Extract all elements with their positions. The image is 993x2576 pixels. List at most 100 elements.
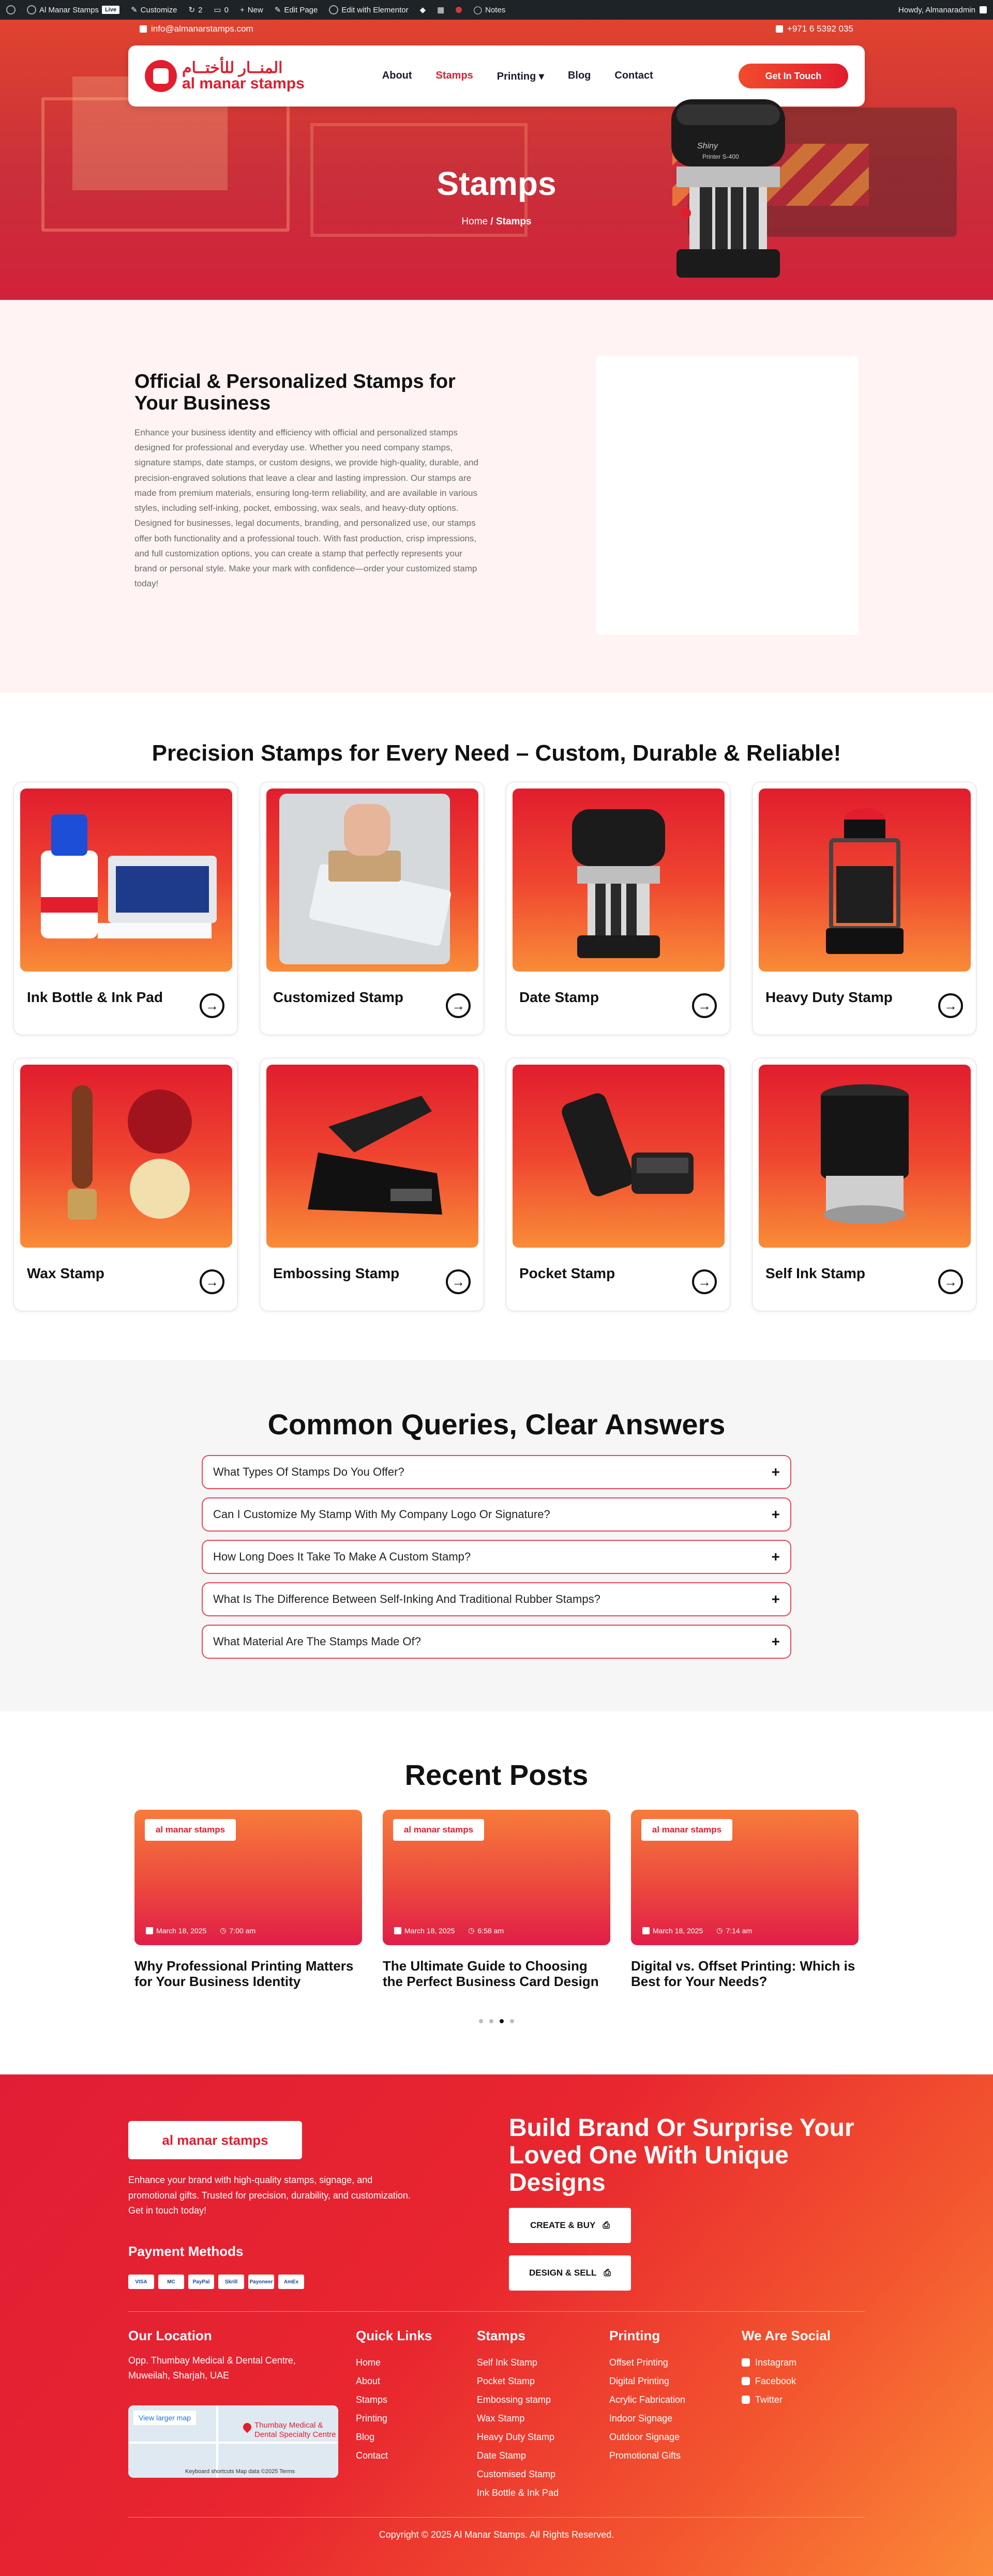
footer-link[interactable]: Heavy Duty Stamp [477,2428,559,2446]
refresh-icon: ↻ [188,6,195,14]
arrow-right-icon[interactable]: → [200,993,224,1018]
view-larger-map-link[interactable]: View larger map [133,2411,196,2425]
footer-link[interactable]: Ink Bottle & Ink Pad [477,2483,559,2502]
instagram-link[interactable]: Instagram [742,2353,831,2372]
nav-contact[interactable]: Contact [614,70,653,83]
arrow-right-icon[interactable]: → [938,1269,963,1294]
post-card[interactable]: al manar stamps March 18, 2025 ◷ 7:14 am D… [631,1810,859,1990]
nav-blog[interactable]: Blog [568,70,591,83]
design-sell-button[interactable]: DESIGN & SELL ⎙ [509,2255,631,2291]
footer-link[interactable]: Contact [356,2446,432,2465]
arrow-right-icon[interactable]: → [692,993,717,1018]
footer-link[interactable]: Offset Printing [609,2353,685,2372]
admin-diamond[interactable]: ◆ [420,5,426,14]
posts-heading: Recent Posts [404,1759,589,1791]
admin-updates[interactable]: ↻ 2 [188,5,203,15]
breadcrumb-home[interactable]: Home [461,216,488,227]
post-card[interactable]: al manar stamps March 18, 2025 ◷ 7:00 am W… [134,1810,362,1990]
footer-link[interactable]: Blog [356,2428,432,2446]
twitter-link[interactable]: Twitter [742,2390,831,2409]
footer-map[interactable]: View larger map Thumbay Medical & Dental… [128,2405,338,2478]
post-card[interactable]: al manar stamps March 18, 2025 ◷ 6:58 am T… [383,1810,610,1990]
plus-icon: + [771,1549,780,1565]
product-card[interactable]: Date Stamp → [506,782,730,1035]
product-card[interactable]: Customized Stamp → [260,782,484,1035]
faq-item[interactable]: What Types Of Stamps Do You Offer? + [202,1455,791,1489]
footer-link[interactable]: Wax Stamp [477,2409,559,2428]
post-title[interactable]: The Ultimate Guide to Choosing the Perfe… [383,1958,610,1990]
product-card[interactable]: Self Ink Stamp → [752,1058,976,1311]
product-card[interactable]: Pocket Stamp → [506,1058,730,1311]
printer-icon: ⎙ [603,2220,610,2230]
nav-printing[interactable]: Printing ▾ [497,70,544,83]
footer-logo[interactable]: al manar stamps [128,2121,302,2159]
get-in-touch-button[interactable]: Get In Touch [739,64,848,88]
footer-link[interactable]: Stamps [356,2390,432,2409]
nav-stamps[interactable]: Stamps [436,70,473,83]
calendar-icon [146,1927,153,1934]
admin-edit-elementor[interactable]: Edit with Elementor [329,5,409,14]
product-image [20,789,232,972]
product-card[interactable]: Ink Bottle & Ink Pad → [13,782,238,1035]
heavy-duty-stamp-image [826,808,904,954]
footer-link[interactable]: Customised Stamp [477,2465,559,2483]
footer-link[interactable]: Promotional Gifts [609,2446,685,2465]
phone-link[interactable]: +971 6 5392 035 [775,24,853,34]
product-image [759,789,971,972]
carousel-dot[interactable] [489,2019,493,2023]
footer-link[interactable]: Indoor Signage [609,2409,685,2428]
product-title: Date Stamp [519,989,599,1005]
admin-edit-page[interactable]: ✎ Edit Page [275,5,318,15]
faq-item[interactable]: What Material Are The Stamps Made Of? + [202,1625,791,1659]
footer-link[interactable]: Printing [356,2409,432,2428]
admin-new[interactable]: + New [240,6,263,14]
facebook-link[interactable]: Facebook [742,2372,831,2390]
admin-status[interactable] [456,7,462,13]
footer-link[interactable]: Outdoor Signage [609,2428,685,2446]
footer-link[interactable]: Home [356,2353,432,2372]
product-card[interactable]: Embossing Stamp → [260,1058,484,1311]
arrow-right-icon[interactable]: → [446,1269,471,1294]
site-logo[interactable]: المنــار للأختــام al manar stamps [145,60,305,92]
product-title: Self Ink Stamp [765,1265,865,1281]
faq-item[interactable]: What Is The Difference Between Self-Inki… [202,1582,791,1616]
admin-customize[interactable]: ✎ Customize [131,5,177,15]
email-link[interactable]: info@almanarstamps.com [140,24,253,34]
arrow-right-icon[interactable]: → [692,1269,717,1294]
footer-link[interactable]: Embossing stamp [477,2390,559,2409]
footer-stamps-links: Stamps Self Ink Stamp Pocket Stamp Embos… [477,2328,559,2502]
footer-link[interactable]: Acrylic Fabrication [609,2390,685,2409]
carousel-dot[interactable] [479,2019,483,2023]
faq-item[interactable]: Can I Customize My Stamp With My Company… [202,1497,791,1532]
carousel-dot-active[interactable] [500,2019,504,2023]
footer-link[interactable]: Self Ink Stamp [477,2353,559,2372]
admin-notes[interactable]: ◯ Notes [473,5,505,15]
mastercard-icon: MC [158,2275,184,2289]
post-image: al manar stamps March 18, 2025 ◷ 7:00 am [134,1810,362,1945]
visa-icon: VISA [128,2275,154,2289]
carousel-dots [0,2019,993,2023]
footer-link[interactable]: Date Stamp [477,2446,559,2465]
admin-account[interactable]: Howdy, Almanaradmin [898,6,987,14]
nav-about[interactable]: About [382,70,412,83]
footer-link[interactable]: Digital Printing [609,2372,685,2390]
admin-site-name[interactable]: Al Manar Stamps Live [27,5,120,14]
faq-item[interactable]: How Long Does It Take To Make A Custom S… [202,1540,791,1574]
avatar [980,6,987,13]
footer-link[interactable]: Pocket Stamp [477,2372,559,2390]
post-title[interactable]: Digital vs. Offset Printing: Which is Be… [631,1958,859,1990]
arrow-right-icon[interactable]: → [200,1269,224,1294]
carousel-dot[interactable] [510,2019,514,2023]
admin-comments[interactable]: ▭ 0 [214,5,229,15]
product-card[interactable]: Wax Stamp → [13,1058,238,1311]
footer-link[interactable]: About [356,2372,432,2390]
product-card[interactable]: Heavy Duty Stamp → [752,782,976,1035]
footer-description: Enhance your brand with high-quality sta… [128,2175,411,2216]
arrow-right-icon[interactable]: → [446,993,471,1018]
post-title[interactable]: Why Professional Printing Matters for Yo… [134,1958,362,1990]
arrow-right-icon[interactable]: → [938,993,963,1018]
wordpress-logo-icon[interactable] [6,5,16,14]
admin-cache[interactable]: ▦ [437,5,444,14]
create-buy-button[interactable]: CREATE & BUY ⎙ [509,2208,631,2243]
breadcrumb: Home / Stamps [461,216,532,227]
